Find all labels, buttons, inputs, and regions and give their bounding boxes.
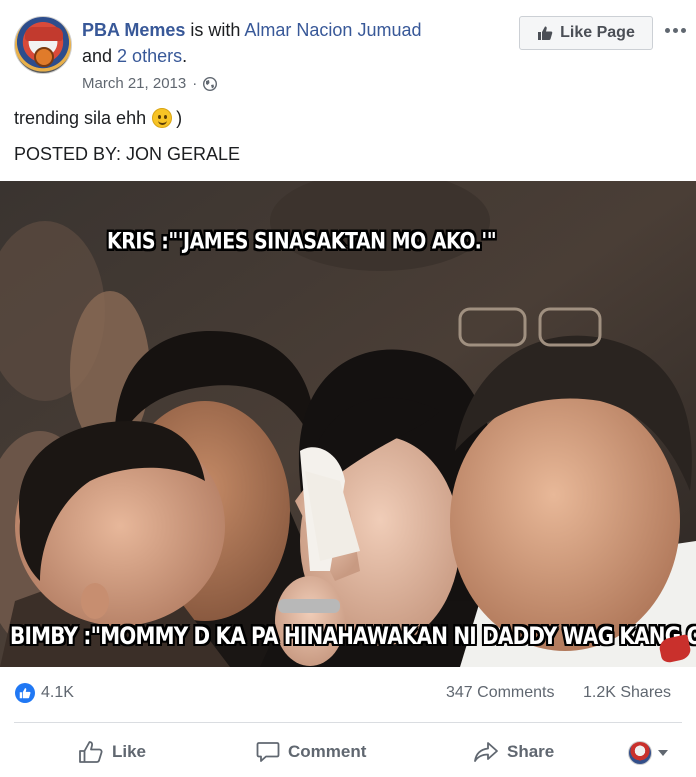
comment-button-label: Comment — [288, 742, 367, 761]
like-button[interactable]: Like — [78, 735, 146, 769]
and-text: and — [82, 46, 118, 66]
post-author-line-2: and 2 others. — [82, 45, 187, 67]
smile-emoji-icon — [152, 108, 173, 128]
actions-divider — [14, 722, 682, 723]
caption-text-end: ) — [176, 108, 183, 128]
page-name-link[interactable]: PBA Memes — [82, 20, 185, 40]
reaction-count[interactable]: 4.1K — [41, 683, 74, 703]
post-meta: March 21, 2013 · — [82, 74, 218, 94]
basketball-icon — [34, 47, 54, 67]
post-caption-line-1: trending sila ehh ) — [14, 106, 182, 130]
post-caption-line-2: POSTED BY: JON GERALE — [14, 144, 241, 164]
thumbs-up-outline-icon — [79, 741, 103, 763]
is-with-text: is with — [185, 20, 245, 40]
page-avatar[interactable] — [14, 16, 72, 74]
meta-separator: · — [192, 75, 198, 92]
like-page-label: Like Page — [560, 24, 635, 41]
meme-bottom-text: BIMBY :"MOMMY D KA PA HINAHAWAKAN NI DAD… — [10, 621, 696, 650]
share-arrow-icon — [474, 742, 498, 762]
more-options-icon[interactable] — [662, 20, 688, 40]
like-button-label: Like — [112, 742, 147, 761]
post-date[interactable]: March 21, 2013 — [82, 74, 186, 94]
post-author-line: PBA Memes is with Almar Nacion Jumuad — [82, 19, 421, 41]
post-stats: 4.1K 347 Comments 1.2K Shares — [0, 676, 696, 710]
comments-count[interactable]: 347 Comments — [446, 683, 555, 703]
like-page-button[interactable]: Like Page — [519, 16, 653, 50]
chevron-down-icon — [658, 750, 668, 756]
period-text: . — [182, 46, 188, 66]
share-button[interactable]: Share — [473, 735, 554, 769]
thumbs-up-reaction-glyph — [19, 688, 31, 699]
share-button-label: Share — [507, 742, 555, 761]
thumbs-up-icon — [538, 26, 553, 40]
others-link[interactable]: 2 others — [117, 46, 182, 66]
post-photo[interactable]: KRIS :"'JAMES SINASAKTAN MO AKO.'" BIMBY… — [0, 181, 696, 667]
tagged-person-link[interactable]: Almar Nacion Jumuad — [244, 20, 421, 40]
like-reaction-icon[interactable] — [15, 683, 35, 703]
comment-button[interactable]: Comment — [256, 735, 366, 769]
meme-top-text: KRIS :"'JAMES SINASAKTAN MO AKO.'" — [107, 229, 497, 255]
current-user-avatar — [628, 741, 652, 765]
avatar-cap-shape — [25, 27, 63, 41]
facebook-post: PBA Memes is with Almar Nacion Jumuad an… — [0, 0, 696, 777]
caption-text: trending sila ehh — [14, 108, 147, 128]
comment-as-selector[interactable] — [628, 740, 668, 766]
globe-icon[interactable] — [203, 77, 218, 91]
shares-count[interactable]: 1.2K Shares — [583, 683, 671, 703]
comment-bubble-icon — [256, 742, 280, 762]
